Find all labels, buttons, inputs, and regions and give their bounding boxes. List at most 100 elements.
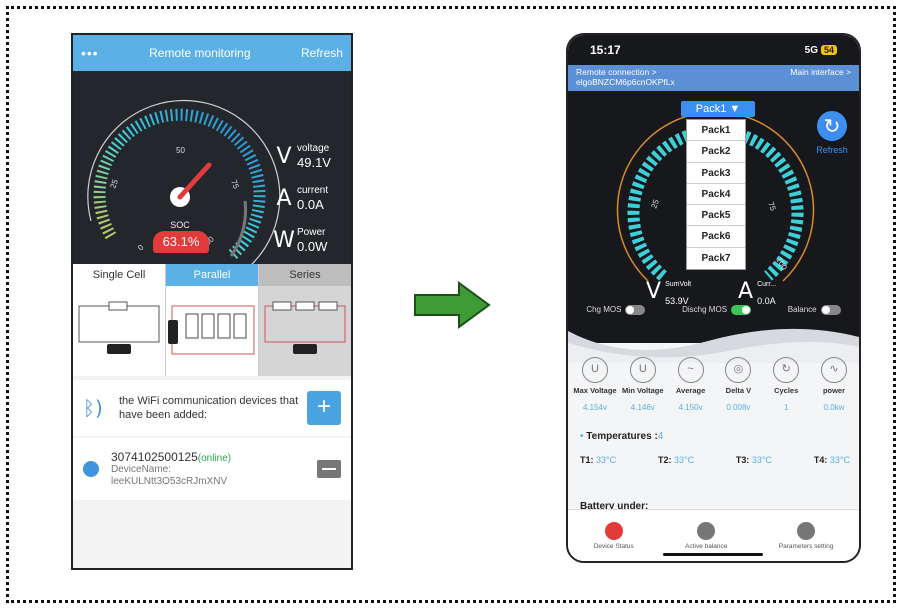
voltage-icon: V: [276, 143, 292, 169]
power-label: Power: [297, 227, 326, 238]
nav-label: Device Status: [593, 542, 634, 550]
voltage-meter: V voltage 49.1V: [271, 143, 331, 169]
delta-icon: ◎: [725, 357, 752, 383]
stat-label: Average: [675, 386, 706, 395]
voltage-value: 49.1V: [297, 155, 331, 170]
home-indicator: [663, 553, 763, 556]
nav-parameters-setting[interactable]: Parameters setting: [778, 521, 834, 550]
left-phone-screen: ••• Remote monitoring Refresh 25 50 75 0…: [71, 33, 353, 570]
device-list-item[interactable]: 3074102500125(online) DeviceName: leeKUL…: [73, 438, 351, 500]
settings-icon: [797, 521, 816, 540]
gauge-tick-75: 75: [229, 179, 241, 191]
power-icon: W: [273, 227, 295, 253]
balance-label: Balance: [787, 305, 817, 315]
connection-bar: Remote connection > elgoBNZCM6p6cnOKPfLx …: [568, 65, 859, 91]
wifi-device-icon: [83, 461, 99, 477]
refresh-button[interactable]: Refresh: [301, 46, 343, 60]
more-dots-icon[interactable]: •••: [81, 45, 99, 61]
single-cell-diagram: [78, 301, 160, 354]
right-arrow-icon: [414, 281, 491, 329]
balance-toggle[interactable]: [820, 305, 841, 315]
remove-device-button[interactable]: [317, 460, 341, 478]
bluetooth-icon: ᛒ): [83, 396, 103, 420]
temp-value: 33°C: [829, 455, 850, 465]
device-name-label: DeviceName:: [111, 464, 172, 475]
status-bar: 15:17 5G 54: [568, 35, 859, 65]
stat-label: Delta V: [725, 386, 752, 395]
stat-cycles: ↻ Cycles 1: [763, 357, 809, 412]
tab-parallel[interactable]: Parallel: [166, 264, 259, 376]
battery-icon: 54: [820, 44, 837, 55]
chg-mos-toggle[interactable]: [625, 305, 646, 315]
device-online-status: (online): [197, 453, 232, 464]
temp-label: T4:: [813, 455, 828, 465]
stat-value: 4.154v: [582, 403, 608, 412]
current-icon: A: [738, 278, 754, 304]
stat-value: 0.0kw: [823, 403, 845, 412]
min-voltage-icon: U: [629, 357, 656, 383]
stat-power: ∿ power 0.0kw: [811, 357, 857, 412]
refresh-button-right[interactable]: ↻ Refresh: [812, 111, 852, 155]
mos-toggles: Chg MOS Dischg MOS Balance: [568, 305, 859, 315]
dischg-mos-toggle[interactable]: [731, 305, 752, 315]
nav-label: Parameters setting: [778, 542, 834, 550]
network-label: 5G: [804, 44, 818, 56]
current-icon: A: [276, 185, 292, 211]
sumvolt-meter: V SumVolt 53.9V: [646, 273, 691, 309]
pack-select-dropdown[interactable]: Pack1 ▼: [681, 101, 755, 117]
current-meter-right: A Curr... 0.0A: [738, 273, 776, 309]
sumvolt-label: SumVolt: [665, 281, 692, 288]
pack-option[interactable]: Pack7: [687, 248, 745, 269]
chg-mos-label: Chg MOS: [586, 305, 622, 315]
stat-label: Min Voltage: [622, 386, 664, 395]
pack-option[interactable]: Pack4: [687, 184, 745, 206]
gauge-tick-0: 0: [136, 243, 146, 253]
stat-label: power: [822, 386, 846, 395]
series-diagram: [264, 301, 346, 354]
temperatures-title: Temperatures :: [586, 431, 658, 442]
temp-value: 33°C: [673, 455, 695, 465]
left-header: ••• Remote monitoring Refresh: [73, 35, 351, 71]
remote-connection-link[interactable]: Remote connection >: [576, 67, 657, 77]
temperatures-count: 4: [657, 431, 664, 442]
tab-single-cell[interactable]: Single Cell: [73, 264, 166, 376]
tab-single-cell-label: Single Cell: [92, 269, 146, 281]
soc-value-badge: 63.1%: [153, 231, 209, 253]
right-phone-screen: 15:17 5G 54 Remote connection > elgoBNZCM6…: [566, 33, 861, 563]
pack-option[interactable]: Pack5: [687, 205, 745, 227]
add-device-button[interactable]: +: [307, 391, 341, 425]
chevron-down-icon: ▼: [729, 103, 741, 115]
gauge-needle: [177, 162, 212, 200]
nav-active-balance[interactable]: Active balance: [685, 521, 727, 550]
main-interface-link[interactable]: Main interface >: [790, 67, 851, 89]
pack-select-value: Pack1: [695, 103, 727, 115]
current-value: 0.0A: [297, 197, 324, 212]
status-time: 15:17: [590, 43, 621, 57]
pack-option[interactable]: Pack3: [687, 163, 745, 184]
pack-option[interactable]: Pack1: [687, 120, 745, 142]
voltage-icon: V: [646, 278, 662, 304]
cycles-icon: ↻: [773, 357, 800, 383]
stat-value: 4.150v: [678, 403, 703, 412]
stat-label: Cycles: [774, 386, 799, 395]
left-header-title: Remote monitoring: [149, 46, 251, 60]
nav-device-status[interactable]: Device Status: [593, 521, 634, 550]
bms-dashboard: 15:17 5G 54 Remote connection > elgoBNZCM6…: [568, 35, 859, 343]
stat-label: Max Voltage: [573, 386, 617, 395]
stat-average: ~ Average 4.150v: [668, 357, 714, 412]
temp-value: 33°C: [596, 455, 617, 465]
pack-gauge-tick-25: 25: [649, 198, 661, 210]
max-voltage-icon: U: [582, 357, 608, 383]
temp-label: T1:: [580, 455, 594, 465]
gauge-tick-50: 50: [176, 146, 185, 155]
stat-value: 1: [783, 403, 789, 412]
device-info: 3074102500125(online) DeviceName: leeKUL…: [111, 450, 317, 488]
tab-series[interactable]: Series: [259, 264, 351, 376]
pack-option[interactable]: Pack6: [687, 226, 745, 248]
pack-option[interactable]: Pack2: [687, 141, 745, 163]
temp-value: 33°C: [751, 455, 773, 465]
temperatures-row: T1: 33°C T2: 33°C T3: 33°C T4: 33°C: [580, 455, 850, 465]
power-wave-icon: ∿: [820, 357, 847, 383]
temperatures-heading: • Temperatures :4: [580, 431, 664, 442]
refresh-icon: ↻: [817, 111, 847, 141]
